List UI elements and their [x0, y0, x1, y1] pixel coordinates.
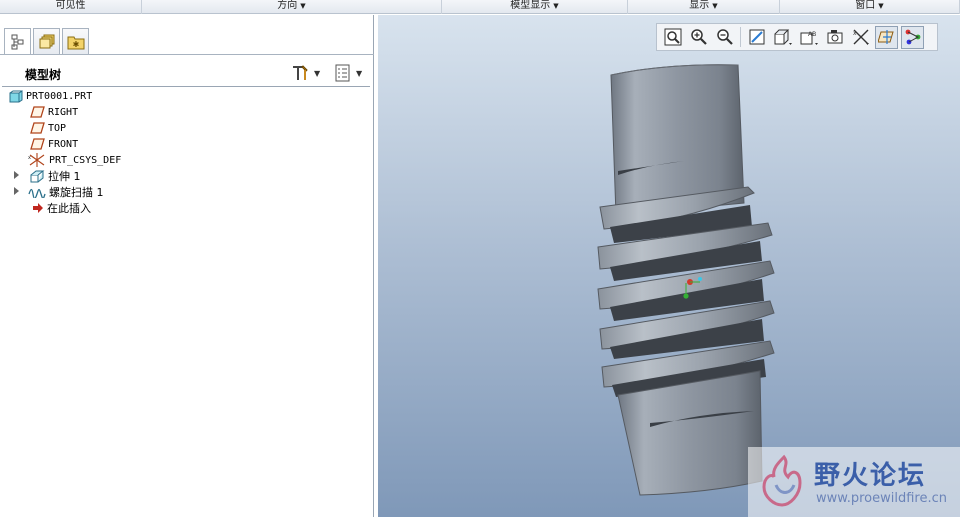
- ribbon-group-label: 可见性: [55, 0, 86, 11]
- tree-item-label: 在此插入: [47, 202, 91, 215]
- ribbon-group-window[interactable]: 窗口 ▼: [780, 0, 960, 14]
- chevron-down-icon: ▼: [356, 68, 363, 78]
- chevron-down-icon: ▼: [314, 68, 321, 78]
- watermark-url: www.proewildfire.cn: [816, 491, 947, 506]
- svg-text:x: x: [28, 155, 31, 161]
- ribbon-group-label: 模型显示: [510, 0, 551, 11]
- model-tree-title: 模型树: [25, 68, 62, 82]
- model-tree: PRT0001.PRT RIGHT TOP FRONT x PRT_CSYS_D…: [0, 88, 370, 216]
- expand-arrow-icon[interactable]: [14, 171, 19, 179]
- model-tree-tab[interactable]: [4, 28, 31, 55]
- ribbon-group-label: 方向: [277, 0, 298, 11]
- threaded-shaft-model[interactable]: [378, 15, 960, 517]
- ribbon-group-model-display[interactable]: 模型显示 ▼: [442, 0, 628, 14]
- tab-divider: [0, 54, 374, 55]
- csys-icon: x: [28, 153, 45, 167]
- tree-item-root-part[interactable]: PRT0001.PRT: [0, 88, 370, 104]
- extrude-icon: [30, 170, 45, 183]
- chevron-down-icon: ▼: [553, 1, 559, 10]
- insert-here-arrow-icon: [33, 203, 43, 213]
- ribbon-group-show[interactable]: 显示 ▼: [628, 0, 780, 14]
- tree-item-top-plane[interactable]: TOP: [0, 120, 370, 136]
- part-icon: [9, 89, 23, 102]
- flame-logo: [762, 454, 802, 507]
- navigator-panel: ✱ 模型树 ▼ ▼ PRT0001.PRT RIGHT TOP FRONT x …: [0, 15, 374, 517]
- expand-arrow-icon[interactable]: [14, 187, 19, 195]
- ribbon-group-label: 显示: [689, 0, 710, 11]
- chevron-down-icon: ▼: [712, 1, 718, 10]
- helical-sweep-icon: [28, 188, 46, 198]
- svg-text:✱: ✱: [72, 40, 79, 49]
- tree-show-button[interactable]: ▼: [334, 63, 362, 83]
- model-tree-header: 模型树 ▼ ▼: [0, 60, 374, 86]
- ribbon-group-orientation[interactable]: 方向 ▼: [142, 0, 442, 14]
- tree-item-helical-sweep[interactable]: 螺旋扫描 1: [0, 184, 370, 200]
- favorites-tab[interactable]: ✱: [62, 28, 89, 54]
- favorites-folder-icon: ✱: [67, 36, 84, 49]
- tree-item-label: PRT0001.PRT: [26, 90, 93, 102]
- tree-settings-button[interactable]: ▼: [290, 63, 320, 83]
- tree-item-csys[interactable]: x PRT_CSYS_DEF: [0, 152, 370, 168]
- watermark-title: 野火论坛: [814, 461, 927, 491]
- chevron-down-icon: ▼: [878, 1, 884, 10]
- datum-plane-icon: [30, 106, 45, 118]
- tree-item-insert-here[interactable]: 在此插入: [0, 200, 370, 216]
- tree-item-right-plane[interactable]: RIGHT: [0, 104, 370, 120]
- model-tree-icon: [11, 34, 23, 50]
- tree-item-label: 螺旋扫描 1: [49, 186, 104, 199]
- tools-icon: [293, 65, 308, 80]
- header-divider: [2, 86, 370, 87]
- forum-watermark: 野火论坛 www.proewildfire.cn: [748, 447, 960, 517]
- tree-item-label: PRT_CSYS_DEF: [49, 154, 122, 166]
- tree-item-label: FRONT: [48, 138, 79, 150]
- tree-item-extrude[interactable]: 拉伸 1: [0, 168, 370, 184]
- ribbon-group-bar: 可见性 方向 ▼ 模型显示 ▼ 显示 ▼ 窗口 ▼: [0, 0, 960, 14]
- navigator-tabs: ✱: [4, 28, 89, 55]
- datum-plane-icon: [30, 138, 45, 150]
- chevron-down-icon: ▼: [300, 1, 306, 10]
- tree-item-label: 拉伸 1: [48, 170, 81, 183]
- tree-item-label: TOP: [48, 122, 67, 134]
- layers-icon: [39, 34, 54, 48]
- list-icon: [335, 64, 350, 82]
- layers-tab[interactable]: [33, 28, 60, 54]
- ribbon-group-label: 窗口: [855, 0, 876, 11]
- ribbon-group-visibility[interactable]: 可见性: [0, 0, 142, 14]
- datum-plane-icon: [30, 122, 45, 134]
- tree-item-front-plane[interactable]: FRONT: [0, 136, 370, 152]
- graphics-viewport[interactable]: AB x 野火论坛 www.proewildfire.cn: [378, 15, 960, 517]
- tree-item-label: RIGHT: [48, 106, 79, 118]
